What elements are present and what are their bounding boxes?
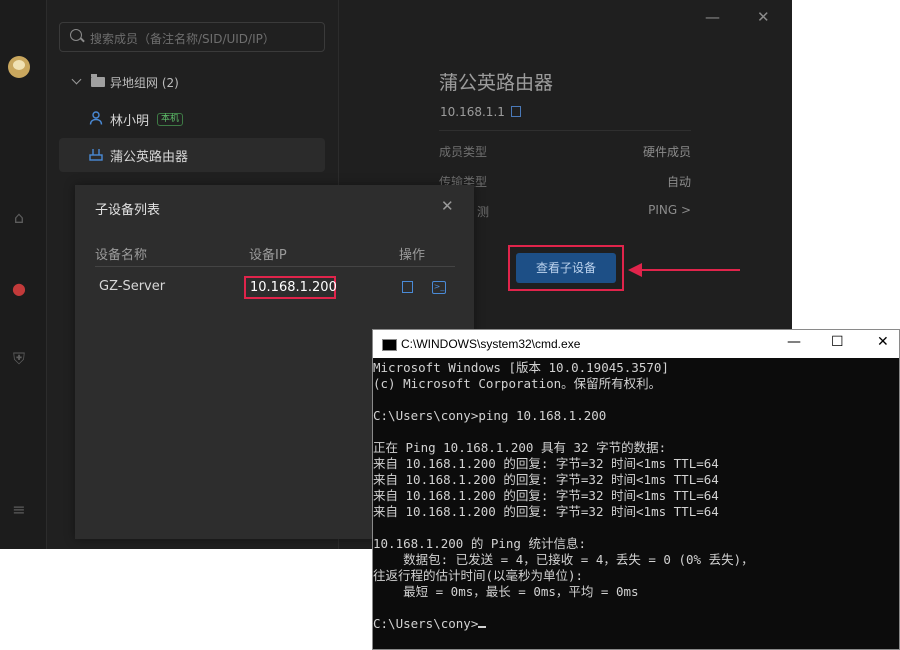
terminal-icon[interactable]: >_ (432, 281, 446, 294)
cmd-titlebar: C:\WINDOWS\system32\cmd.exe — ☐ ✕ (373, 330, 899, 358)
avatar[interactable] (8, 56, 30, 78)
member-name: 林小明 (110, 114, 150, 129)
column-header: 设备IP (249, 248, 287, 263)
terminal-line: C:\Users\cony> (373, 616, 899, 632)
highlight-box: 查看子设备 (508, 245, 624, 291)
user-icon (89, 111, 103, 125)
shield-icon[interactable]: ⛨ (10, 350, 28, 368)
detail-key: 成员类型 (439, 145, 488, 159)
close-button[interactable]: ✕ (757, 8, 770, 26)
terminal-line: C:\Users\cony>ping 10.168.1.200 (373, 408, 607, 423)
close-button[interactable]: ✕ (877, 334, 889, 350)
home-icon[interactable]: ⌂ (10, 209, 28, 227)
terminal-output[interactable]: Microsoft Windows [版本 10.0.19045.3570] (c… (373, 360, 899, 650)
member-item[interactable]: 林小明 本机 (59, 102, 325, 136)
network-icon[interactable]: ● (10, 280, 28, 298)
terminal-line: 来自 10.168.1.200 的回复: 字节=32 时间<1ms TTL=64 (373, 504, 719, 519)
annotation-arrow-head (628, 263, 642, 277)
member-name: 蒲公英路由器 (110, 150, 189, 165)
cmd-title: C:\WINDOWS\system32\cmd.exe (401, 337, 581, 351)
view-subdevices-button[interactable]: 查看子设备 (516, 253, 616, 283)
search-placeholder: 搜索成员（备注名称/SID/UID/IP） (90, 32, 275, 46)
column-header: 设备名称 (95, 248, 148, 263)
search-input[interactable]: 搜索成员（备注名称/SID/UID/IP） (59, 22, 325, 52)
terminal-line: 正在 Ping 10.168.1.200 具有 32 字节的数据: (373, 440, 667, 455)
terminal-line: 10.168.1.200 的 Ping 统计信息: (373, 536, 587, 551)
device-ip-value: 10.168.1.1 (440, 105, 505, 119)
ping-link[interactable]: PING > (648, 203, 691, 217)
detail-value: 自动 (666, 175, 691, 189)
subdevice-ip: 10.168.1.200 (250, 280, 337, 295)
group-label: 异地组网 (2) (110, 76, 179, 90)
folder-icon (91, 74, 105, 87)
terminal-line: 往返行程的估计时间(以毫秒为单位): (373, 568, 584, 583)
column-header: 操作 (399, 248, 426, 263)
terminal-line: (c) Microsoft Corporation。保留所有权利。 (373, 376, 662, 391)
cmd-window: C:\WINDOWS\system32\cmd.exe — ☐ ✕ Micros… (372, 329, 900, 650)
device-ip: 10.168.1.1 (440, 105, 521, 119)
menu-icon[interactable]: ≡ (10, 501, 28, 519)
minimize-button[interactable]: — (705, 8, 720, 26)
cmd-icon (382, 339, 397, 351)
router-icon (89, 149, 103, 161)
member-item[interactable]: 蒲公英路由器 (59, 138, 325, 172)
local-badge: 本机 (157, 113, 184, 126)
annotation-arrow (640, 269, 740, 271)
ip-highlight-box: 10.168.1.200 (244, 276, 337, 299)
detail-key: 测 (477, 205, 490, 219)
chevron-down-icon (71, 74, 82, 85)
terminal-line: 来自 10.168.1.200 的回复: 字节=32 时间<1ms TTL=64 (373, 472, 719, 487)
terminal-line: 来自 10.168.1.200 的回复: 字节=32 时间<1ms TTL=64 (373, 488, 719, 503)
search-icon (70, 29, 82, 41)
terminal-line: Microsoft Windows [版本 10.0.19045.3570] (373, 360, 669, 375)
cursor (478, 626, 487, 628)
terminal-line: 来自 10.168.1.200 的回复: 字节=32 时间<1ms TTL=64 (373, 456, 719, 471)
maximize-button[interactable]: ☐ (831, 334, 844, 350)
close-icon[interactable]: ✕ (441, 197, 454, 215)
header-divider (95, 266, 455, 267)
nav-rail: ⌂ ● ⛨ ≡ (0, 0, 47, 549)
terminal-line: 最短 = 0ms，最长 = 0ms，平均 = 0ms (373, 584, 639, 599)
subdevice-name: GZ-Server (99, 279, 166, 294)
dialog-title: 子设备列表 (95, 203, 161, 218)
copy-icon[interactable] (510, 106, 521, 117)
terminal-line: 数据包: 已发送 = 4，已接收 = 4，丢失 = 0 (0% 丢失)， (373, 552, 754, 567)
divider (439, 130, 691, 131)
device-title: 蒲公英路由器 (439, 72, 554, 94)
copy-icon[interactable] (402, 281, 413, 293)
detail-value: 硬件成员 (642, 145, 691, 159)
minimize-button[interactable]: — (787, 334, 801, 350)
